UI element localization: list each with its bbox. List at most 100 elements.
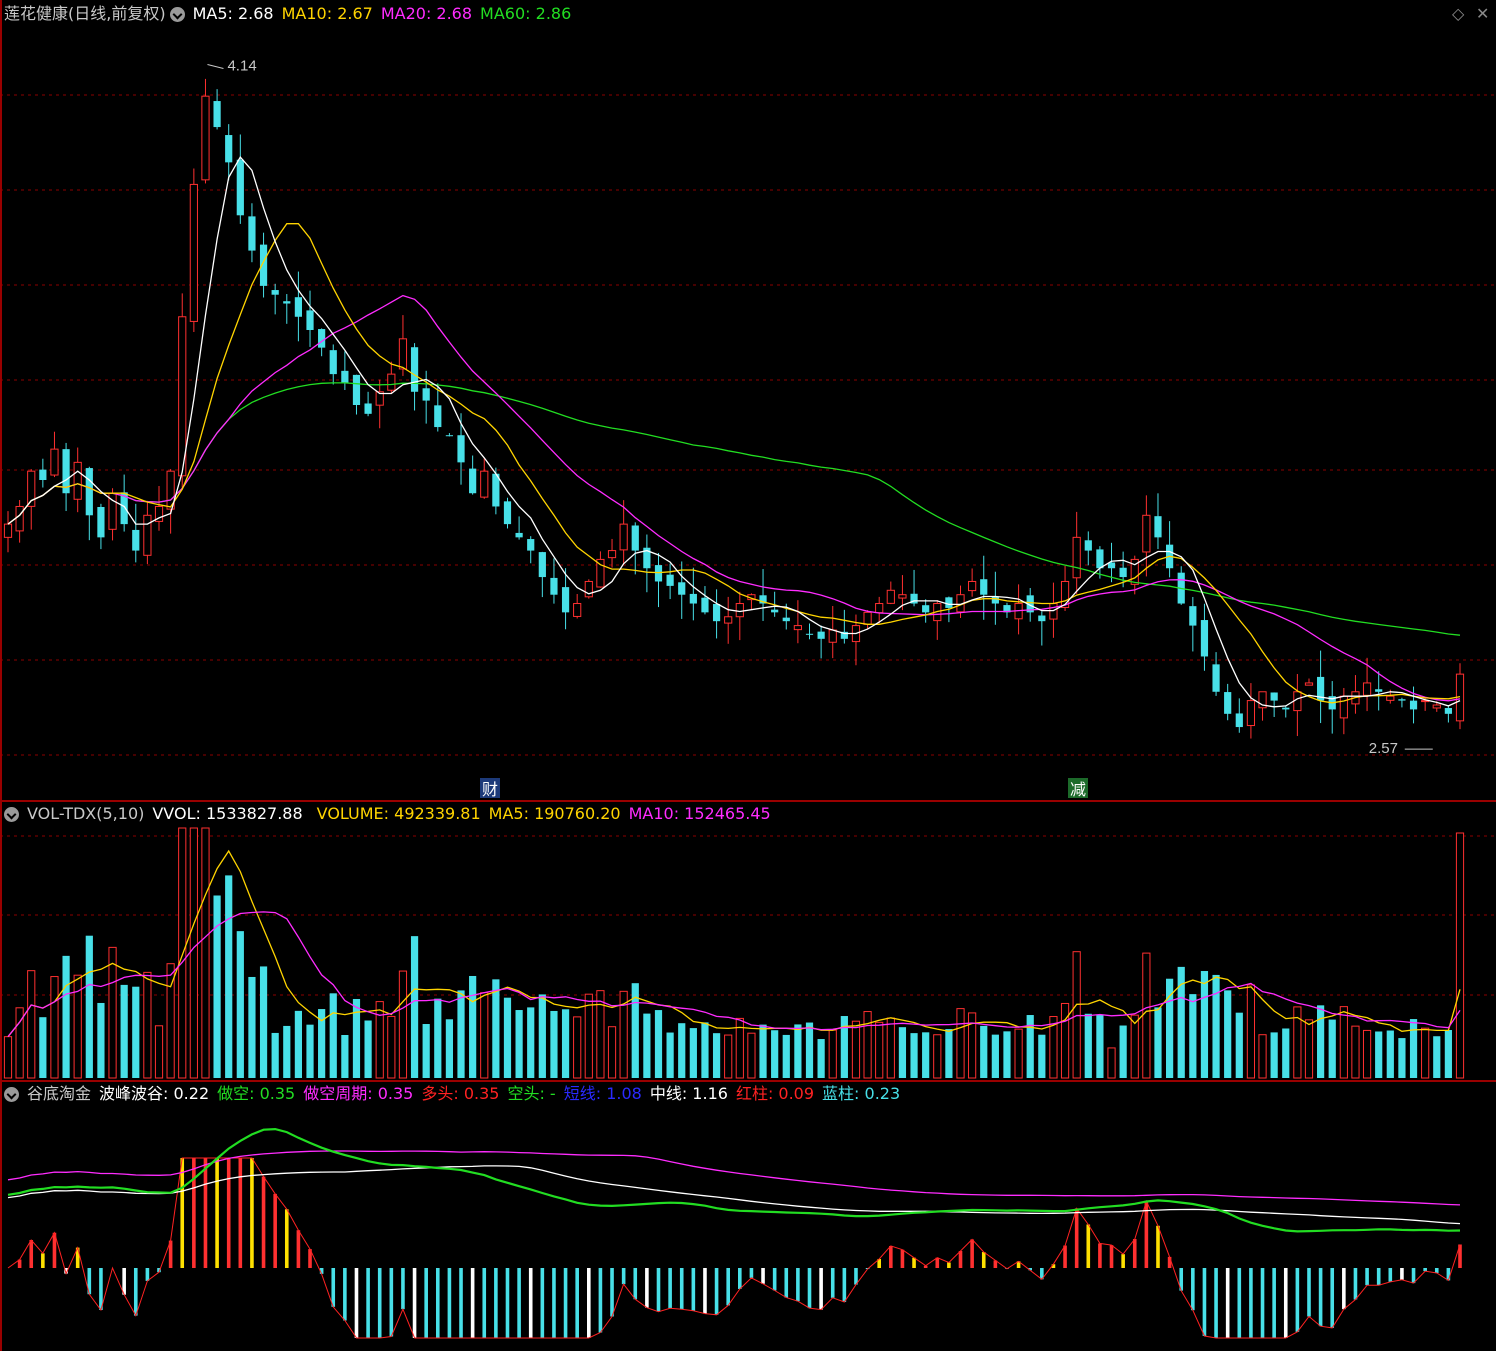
candle-body bbox=[341, 370, 349, 383]
volume-bar bbox=[132, 986, 140, 1078]
high-price-label: 4.14 bbox=[227, 57, 256, 74]
volume-bar bbox=[108, 946, 117, 1079]
candle-body bbox=[213, 101, 221, 128]
volume-bar bbox=[492, 979, 500, 1078]
volume-bar bbox=[1398, 1038, 1406, 1078]
candle-body bbox=[1084, 540, 1092, 551]
candle-body bbox=[329, 350, 337, 375]
chevron-down-icon[interactable] bbox=[4, 1086, 19, 1102]
ma20-label: MA20: 2.68 bbox=[380, 4, 473, 23]
volume-bar bbox=[991, 1034, 999, 1078]
volume-bar bbox=[329, 993, 337, 1078]
volume-bar bbox=[1038, 1034, 1046, 1078]
volume-bar bbox=[3, 1036, 13, 1079]
chevron-down-icon[interactable] bbox=[4, 806, 19, 822]
candle-body bbox=[666, 574, 674, 586]
candle-body bbox=[387, 373, 396, 391]
candle-body bbox=[248, 216, 256, 251]
candle-body bbox=[85, 468, 93, 516]
candle-body bbox=[573, 603, 582, 617]
volume-bar bbox=[654, 1010, 663, 1078]
volume-bar bbox=[398, 970, 408, 1079]
volume-bar bbox=[1258, 1034, 1267, 1079]
volume-bar bbox=[1096, 1014, 1104, 1078]
candle-body bbox=[527, 539, 535, 551]
candle-body bbox=[318, 329, 326, 348]
volume-bar bbox=[341, 1034, 349, 1078]
candle-body bbox=[898, 594, 907, 599]
volume-bar bbox=[1224, 990, 1232, 1078]
volume-bar bbox=[1455, 832, 1465, 1079]
volume-bar bbox=[457, 990, 465, 1078]
volume-bar bbox=[945, 1029, 953, 1078]
volume-bar bbox=[666, 1032, 674, 1078]
volume-bar bbox=[97, 1002, 105, 1078]
price-panel: 4.14 2.57 财 减 莲花健康(日线,前复权) MA5: 2.68 MA10: … bbox=[0, 0, 1496, 800]
candle-body bbox=[1282, 707, 1290, 710]
volume-bar bbox=[794, 1024, 802, 1078]
low-price-label: 2.57 bbox=[1369, 740, 1398, 757]
candle-body bbox=[968, 580, 977, 592]
volume-bar bbox=[1119, 1025, 1127, 1078]
close-icon[interactable]: ✕ bbox=[1476, 4, 1489, 23]
volume-bar bbox=[875, 1021, 884, 1079]
volume-bar bbox=[422, 1024, 430, 1078]
volume-bar bbox=[1421, 1027, 1430, 1079]
volume-bar bbox=[527, 1007, 535, 1078]
vol-ma10-label: MA10: 152465.45 bbox=[628, 804, 771, 823]
volume-bar bbox=[1142, 952, 1151, 1079]
candle-body bbox=[607, 550, 617, 559]
volume-bar bbox=[1246, 984, 1256, 1079]
ind-zuokong-zhouqi: 做空周期: 0.35 bbox=[303, 1084, 414, 1103]
candle-body bbox=[1119, 567, 1127, 578]
volume-bar bbox=[375, 1001, 384, 1079]
volume-bar bbox=[306, 1024, 314, 1078]
ma60-line bbox=[7, 382, 1461, 636]
candle-body bbox=[1049, 603, 1058, 620]
candle-body bbox=[922, 605, 930, 613]
candle-body bbox=[805, 633, 814, 635]
candle-body bbox=[189, 183, 198, 322]
volume-bar bbox=[1433, 1036, 1441, 1078]
ma60-label: MA60: 2.86 bbox=[480, 4, 572, 23]
volume-bar bbox=[515, 1010, 523, 1078]
volume-bar bbox=[248, 976, 256, 1078]
short-cycle-line bbox=[7, 1150, 1461, 1206]
candle-body bbox=[1444, 708, 1452, 714]
candle-body bbox=[1398, 699, 1406, 701]
candle-body bbox=[3, 523, 13, 538]
chevron-down-icon[interactable] bbox=[169, 6, 185, 22]
volume-bar bbox=[410, 936, 419, 1078]
candle-body bbox=[1339, 695, 1348, 719]
ind-name: 谷底淘金 bbox=[27, 1084, 92, 1103]
candle-body bbox=[654, 565, 663, 582]
volume-bar bbox=[213, 895, 221, 1078]
candle-body bbox=[550, 577, 558, 595]
volume-bar bbox=[434, 998, 442, 1078]
volume-chart[interactable] bbox=[0, 800, 1496, 1080]
price-chart[interactable]: 4.14 2.57 财 减 bbox=[0, 0, 1496, 800]
candle-body bbox=[143, 514, 152, 556]
volume-bar bbox=[573, 1016, 582, 1079]
indicator-panel: 谷底淘金 波峰波谷: 0.22 做空: 0.35 做空周期: 0.35 多头: … bbox=[0, 1080, 1496, 1351]
volume-bar bbox=[259, 966, 268, 1078]
indicator-chart[interactable] bbox=[0, 1080, 1496, 1351]
volume-bar bbox=[1154, 1007, 1162, 1078]
candle-body bbox=[712, 604, 721, 622]
ind-duotou: 多头: 0.35 bbox=[421, 1084, 500, 1103]
ind-lanzhu: 蓝柱: 0.23 bbox=[822, 1084, 901, 1103]
volume-bar bbox=[445, 1019, 454, 1078]
diamond-icon[interactable]: ◇ bbox=[1452, 4, 1464, 23]
candle-body bbox=[1235, 713, 1243, 728]
candle-body bbox=[724, 616, 733, 624]
volume-bar bbox=[782, 1034, 790, 1078]
volume-bar bbox=[712, 1033, 721, 1078]
volume-bar bbox=[1014, 1028, 1023, 1079]
volume-bar bbox=[1282, 1028, 1290, 1078]
volume-bar bbox=[689, 1028, 697, 1078]
volume-bar bbox=[840, 1016, 848, 1078]
volume-bar bbox=[85, 935, 93, 1078]
candle-body bbox=[863, 611, 872, 625]
volume-bar bbox=[817, 1039, 825, 1078]
candle-body bbox=[735, 603, 744, 618]
